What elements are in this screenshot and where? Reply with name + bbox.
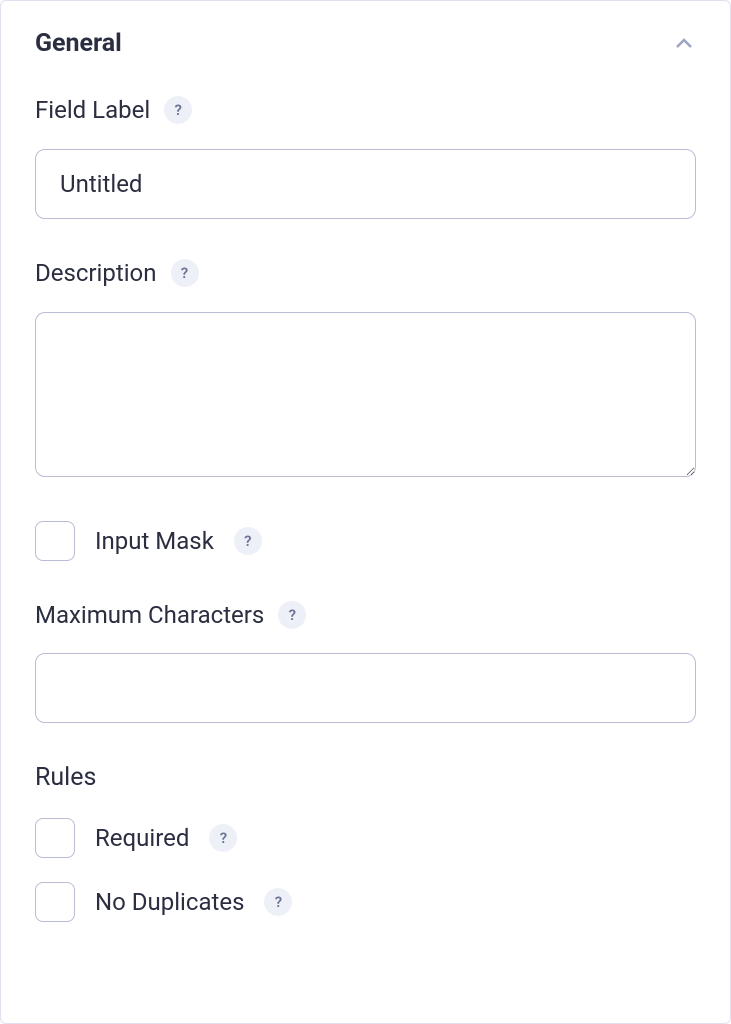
max-characters-label-text: Maximum Characters <box>35 601 264 630</box>
rules-heading: Rules <box>35 763 696 792</box>
help-icon[interactable]: ? <box>264 888 292 916</box>
rules-group: Rules Required ? No Duplicates ? <box>35 763 696 922</box>
field-label-text: Field Label <box>35 96 150 125</box>
description-label-text: Description <box>35 259 157 288</box>
input-mask-row: Input Mask ? <box>35 521 696 561</box>
description-group: Description ? <box>35 259 696 481</box>
required-row: Required ? <box>35 818 696 858</box>
max-characters-group: Maximum Characters ? <box>35 601 696 724</box>
description-label-row: Description ? <box>35 259 696 288</box>
no-duplicates-checkbox[interactable] <box>35 882 75 922</box>
description-input[interactable] <box>35 312 696 477</box>
rules-list: Required ? No Duplicates ? <box>35 818 696 922</box>
panel-title: General <box>35 29 122 58</box>
no-duplicates-row: No Duplicates ? <box>35 882 696 922</box>
panel-header[interactable]: General <box>1 1 730 78</box>
max-characters-input[interactable] <box>35 653 696 723</box>
field-label-group: Field Label ? <box>35 96 696 219</box>
input-mask-label: Input Mask <box>95 527 214 555</box>
no-duplicates-label: No Duplicates <box>95 888 244 916</box>
required-label: Required <box>95 824 189 852</box>
help-icon[interactable]: ? <box>278 601 306 629</box>
panel-body: Field Label ? Description ? Input Mask ?… <box>1 78 730 956</box>
required-checkbox[interactable] <box>35 818 75 858</box>
input-mask-checkbox[interactable] <box>35 521 75 561</box>
help-icon[interactable]: ? <box>209 824 237 852</box>
field-label-input[interactable] <box>35 149 696 219</box>
help-icon[interactable]: ? <box>164 96 192 124</box>
input-mask-group: Input Mask ? <box>35 521 696 561</box>
help-icon[interactable]: ? <box>234 527 262 555</box>
max-characters-label-row: Maximum Characters ? <box>35 601 696 630</box>
general-panel: General Field Label ? Description ? Inpu… <box>0 0 731 1024</box>
help-icon[interactable]: ? <box>171 259 199 287</box>
field-label-row: Field Label ? <box>35 96 696 125</box>
chevron-up-icon <box>672 32 696 56</box>
